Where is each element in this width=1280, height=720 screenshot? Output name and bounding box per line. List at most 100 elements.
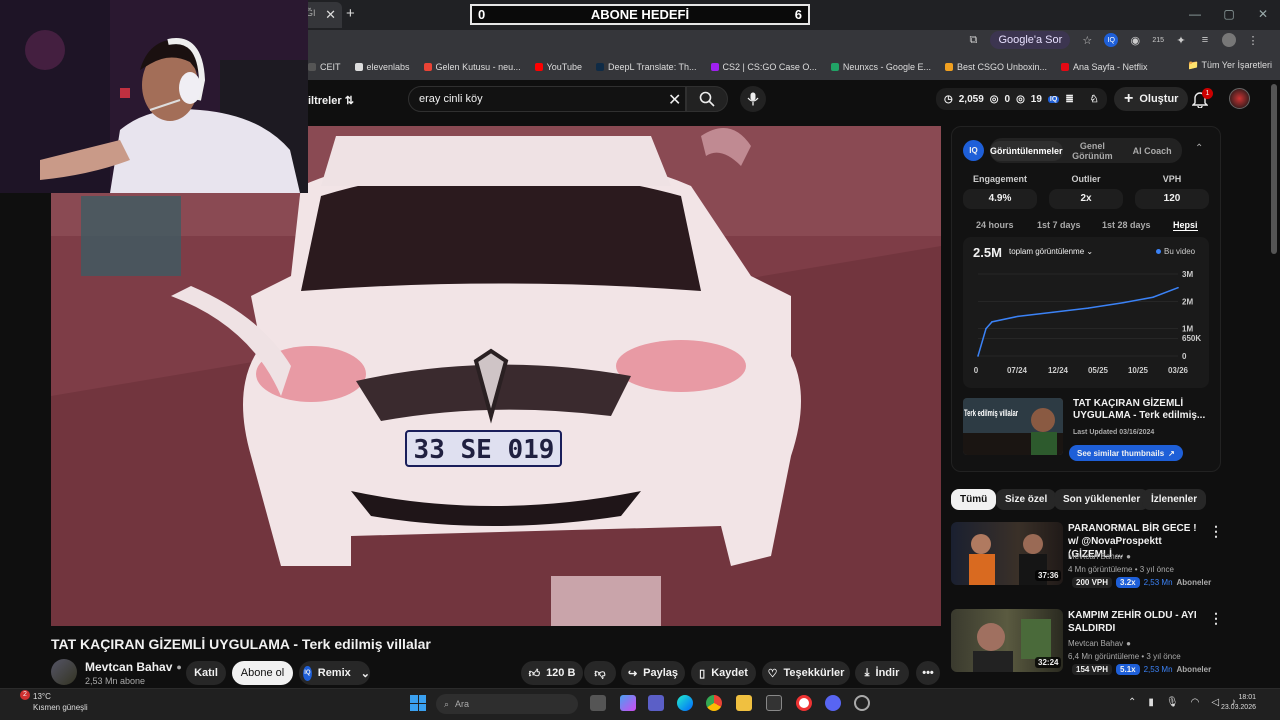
related-meta: 4 Mn görüntüleme • 3 yıl önce — [1068, 565, 1174, 574]
chip-for-you[interactable]: Size özel — [996, 489, 1057, 510]
range-7d[interactable]: 1st 7 days — [1037, 220, 1081, 230]
wifi-icon[interactable]: ◠ — [1191, 697, 1200, 708]
user-avatar[interactable] — [1229, 88, 1250, 109]
related-channel[interactable]: Mevtcan Bahav ● — [1068, 552, 1131, 561]
views-dropdown[interactable]: toplam görüntülenme ⌄ — [1009, 247, 1093, 256]
subscribe-button[interactable]: Abone ol — [232, 661, 293, 685]
filters-button[interactable]: iltreler ⇅ — [308, 94, 354, 107]
tab-ai-coach[interactable]: AI Coach — [1122, 146, 1182, 156]
range-all[interactable]: Hepsi — [1173, 220, 1198, 231]
verified-icon: ● — [176, 662, 182, 672]
chevron-up-icon[interactable]: ⌃ — [1128, 697, 1136, 708]
video-player[interactable]: 33 SE 019 — [51, 126, 941, 626]
taskbar-search[interactable]: ⌕ Ara — [436, 694, 578, 714]
discord-icon[interactable] — [825, 695, 841, 711]
share-button[interactable]: ↪ Paylaş — [621, 661, 685, 685]
x-tick-label: 07/24 — [1007, 366, 1028, 375]
clear-search-icon[interactable]: ✕ — [668, 90, 681, 110]
search-icon: ⌕ — [444, 698, 450, 709]
related-title[interactable]: KAMPIM ZEHİR OLDU - AYI SALDIRDI — [1068, 609, 1203, 635]
related-tags: 154 VPH 5.1x 2,53 Mn Aboneler — [1072, 664, 1211, 675]
y-tick-label: 0 — [1182, 352, 1187, 361]
chip-all[interactable]: Tümü — [951, 489, 997, 510]
obs-icon[interactable] — [854, 695, 870, 711]
y-tick-label: 650K — [1182, 334, 1201, 343]
chip-recent[interactable]: Son yüklenenler — [1054, 489, 1150, 510]
like-button[interactable]: 👍︎ 120 B — [521, 661, 583, 685]
preview-title: TAT KAÇIRAN GİZEMLİ UYGULAMA - Terk edil… — [1073, 398, 1206, 421]
file-explorer-icon[interactable] — [736, 695, 752, 711]
bookmark-favicon-icon — [595, 63, 604, 71]
search-button[interactable] — [686, 86, 728, 112]
range-28d[interactable]: 1st 28 days — [1102, 220, 1151, 230]
new-tab-button[interactable]: + — [346, 5, 355, 22]
channel-stats[interactable]: ◷ 2,059 ◎ 0 ◎ 19 IQ ≣ ♘ — [936, 88, 1107, 110]
more-options-icon[interactable]: ⋮ — [1209, 610, 1223, 627]
related-channel[interactable]: Mevtcan Bahav ● — [1068, 639, 1131, 648]
download-button[interactable]: ⤓ İndir — [855, 661, 909, 685]
edge-icon[interactable] — [677, 695, 693, 711]
bookmark-item[interactable]: Ana Sayfa - Netflix — [1061, 62, 1148, 72]
video-thumbnail-preview[interactable]: Terk edilmiş villalar — [963, 398, 1063, 455]
search-input[interactable]: eray cinli köy — [408, 86, 686, 112]
ask-google-button[interactable]: Google'a Sor — [990, 31, 1071, 49]
bookmark-item[interactable]: CEIT — [308, 62, 341, 72]
page-scrollbar[interactable] — [1271, 84, 1277, 254]
bookmark-item[interactable]: CS2 | CS:GO Case O... — [710, 62, 817, 72]
voice-search-button[interactable] — [740, 86, 766, 112]
bookmark-item[interactable]: Neunxcs - Google E... — [830, 62, 931, 72]
more-actions-button[interactable]: ••• — [916, 661, 940, 685]
tab-overview[interactable]: Genel Görünüm — [1063, 141, 1123, 161]
bookmark-item[interactable]: DeepL Translate: Th... — [595, 62, 697, 72]
extension-icon[interactable]: ◉ — [1128, 33, 1142, 47]
close-window-icon[interactable]: ✕ — [1246, 0, 1280, 30]
extension-iq-icon[interactable]: IQ — [1104, 33, 1119, 47]
weather-widget[interactable]: 13°C Kısmen güneşli — [33, 691, 88, 713]
profile-icon[interactable] — [1222, 33, 1236, 47]
cast-icon[interactable]: ⧉ — [966, 33, 980, 47]
mic-tray-icon[interactable]: 🎙︎ — [1166, 697, 1179, 708]
bookmark-item[interactable]: YouTube — [534, 62, 582, 72]
extension-badge-icon[interactable]: 215 — [1152, 33, 1164, 47]
copilot-icon[interactable] — [620, 695, 636, 711]
bookmark-label: YouTube — [546, 62, 582, 72]
bookmark-label: CS2 | CS:GO Case O... — [722, 62, 817, 72]
series-line-bu-video — [977, 286, 1179, 357]
collapse-icon[interactable]: ⌃ — [1195, 143, 1203, 154]
save-button[interactable]: ▯ Kaydet — [691, 661, 756, 685]
more-options-icon[interactable]: ⋮ — [1209, 523, 1223, 540]
chip-watched[interactable]: İzlenenler — [1142, 489, 1207, 510]
clock[interactable]: 18:01 23.03.2026 — [1221, 693, 1256, 713]
join-button[interactable]: Katıl — [186, 661, 226, 685]
last-updated: Last Updated 03/16/2024 — [1073, 429, 1155, 436]
opera-icon[interactable] — [796, 695, 812, 711]
see-similar-button[interactable]: See similar thumbnails ↗ — [1069, 445, 1183, 461]
bookmark-item[interactable]: Best CSGO Unboxin... — [944, 62, 1047, 72]
dislike-button[interactable]: 👎︎ — [584, 661, 616, 685]
tab-views[interactable]: Görüntülenmeler — [990, 140, 1063, 161]
remix-button[interactable]: IQ Remix ⌄ — [299, 661, 370, 685]
volume-icon[interactable]: ◁ — [1211, 697, 1219, 708]
puzzle-icon[interactable]: ✦ — [1174, 33, 1188, 47]
minimize-icon[interactable]: — — [1178, 0, 1212, 30]
bookmark-star-icon[interactable]: ☆ — [1080, 33, 1094, 47]
create-button[interactable]: + Oluştur — [1114, 87, 1189, 111]
task-view-icon[interactable] — [590, 695, 606, 711]
menu-dots-icon[interactable]: ⋮ — [1246, 33, 1260, 47]
windows-start-icon[interactable] — [410, 695, 426, 711]
battery-icon[interactable]: ▮ — [1148, 697, 1154, 708]
bookmark-item[interactable]: Gelen Kutusu - neu... — [423, 62, 521, 72]
teams-icon[interactable] — [648, 695, 664, 711]
bookmark-item[interactable]: elevenlabs — [354, 62, 410, 72]
metric-outlier: 2x — [1049, 189, 1123, 209]
maximize-icon[interactable]: ▢ — [1212, 0, 1246, 30]
store-icon[interactable] — [766, 695, 782, 711]
range-24h[interactable]: 24 hours — [976, 220, 1014, 230]
thanks-button[interactable]: ♡ Teşekkürler — [762, 661, 850, 685]
channel-name[interactable]: Mevtcan Bahav ● — [85, 660, 182, 674]
chrome-icon[interactable] — [706, 695, 722, 711]
channel-avatar[interactable] — [51, 659, 77, 685]
reading-list-icon[interactable]: ≡ — [1198, 33, 1212, 47]
all-bookmarks[interactable]: 📁 Tüm Yer İşaretleri — [1188, 60, 1272, 71]
close-tab-icon[interactable]: ✕ — [325, 7, 336, 23]
